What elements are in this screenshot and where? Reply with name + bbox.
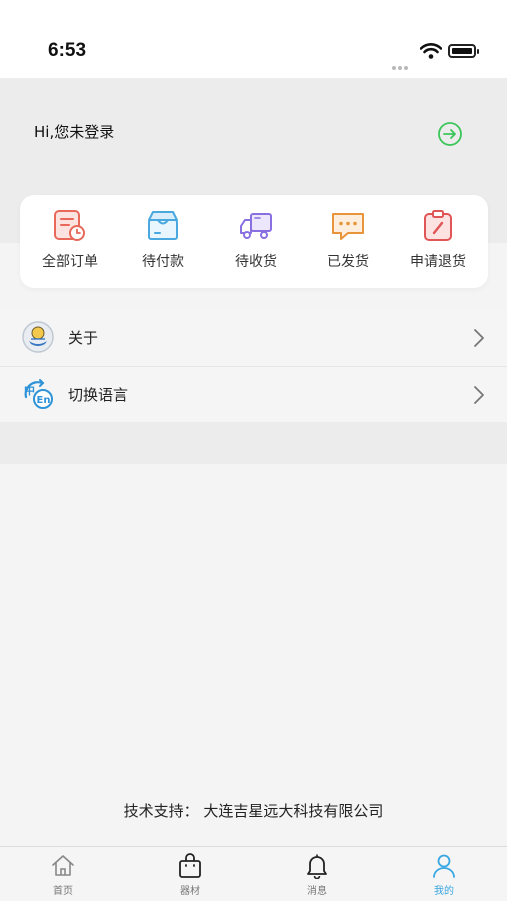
language-switch-icon: 中 En bbox=[24, 379, 53, 409]
battery-icon bbox=[448, 44, 479, 58]
order-all-button[interactable]: 全部订单 bbox=[23, 195, 117, 288]
order-return-request-label: 申请退货 bbox=[410, 254, 466, 270]
menu-item-about-label: 关于 bbox=[68, 329, 99, 347]
tab-messages[interactable]: 消息 bbox=[254, 847, 380, 901]
login-prompt[interactable]: Hi,您未登录 bbox=[34, 121, 114, 142]
user-icon bbox=[433, 854, 455, 878]
order-status-card: 全部订单 待付款 待收货 已发货 申请退货 bbox=[20, 195, 488, 288]
tab-home[interactable]: 首页 bbox=[0, 847, 126, 901]
menu-item-about[interactable]: 关于 bbox=[0, 310, 507, 366]
about-logo-icon bbox=[22, 321, 54, 353]
home-icon bbox=[52, 855, 74, 876]
tab-equipment-label: 器材 bbox=[180, 886, 200, 897]
box-icon bbox=[148, 211, 178, 240]
order-shipped-button[interactable]: 已发货 bbox=[301, 195, 395, 288]
tab-profile[interactable]: 我的 bbox=[381, 847, 507, 901]
tab-home-label: 首页 bbox=[53, 886, 73, 897]
wifi-icon bbox=[420, 43, 442, 59]
chat-bubble-icon bbox=[332, 213, 364, 240]
tab-equipment[interactable]: 器材 bbox=[127, 847, 253, 901]
tech-support-text: 技术支持： 大连吉星远大科技有限公司 bbox=[123, 802, 384, 820]
order-pending-receipt-label: 待收货 bbox=[235, 254, 277, 270]
order-list-icon bbox=[54, 210, 85, 241]
order-shipped-label: 已发货 bbox=[327, 254, 369, 270]
order-all-label: 全部订单 bbox=[42, 254, 98, 270]
bottom-tab-bar: 首页 器材 消息 我的 bbox=[0, 846, 507, 901]
shopping-bag-icon bbox=[179, 853, 201, 878]
svg-text:中: 中 bbox=[24, 383, 35, 397]
order-pending-payment-label: 待付款 bbox=[142, 254, 184, 270]
clipboard-edit-icon bbox=[424, 210, 452, 241]
order-pending-payment-button[interactable]: 待付款 bbox=[116, 195, 210, 288]
signal-icon bbox=[392, 55, 414, 89]
svg-text:En: En bbox=[37, 395, 51, 406]
menu-item-language[interactable]: 中 En 切换语言 bbox=[0, 367, 507, 423]
bell-icon bbox=[307, 854, 327, 879]
tab-messages-label: 消息 bbox=[307, 886, 327, 897]
chevron-right-icon bbox=[474, 329, 484, 347]
status-bar: 6:53 bbox=[0, 0, 507, 89]
order-return-request-button[interactable]: 申请退货 bbox=[391, 195, 485, 288]
order-pending-receipt-button[interactable]: 待收货 bbox=[209, 195, 303, 288]
arrow-right-circle-icon[interactable] bbox=[436, 120, 464, 148]
section-spacer bbox=[0, 422, 507, 464]
truck-icon bbox=[240, 213, 272, 239]
chevron-right-icon bbox=[474, 386, 484, 404]
menu-item-language-label: 切换语言 bbox=[68, 386, 129, 404]
status-time: 6:53 bbox=[48, 40, 87, 61]
tab-profile-label: 我的 bbox=[434, 886, 454, 897]
